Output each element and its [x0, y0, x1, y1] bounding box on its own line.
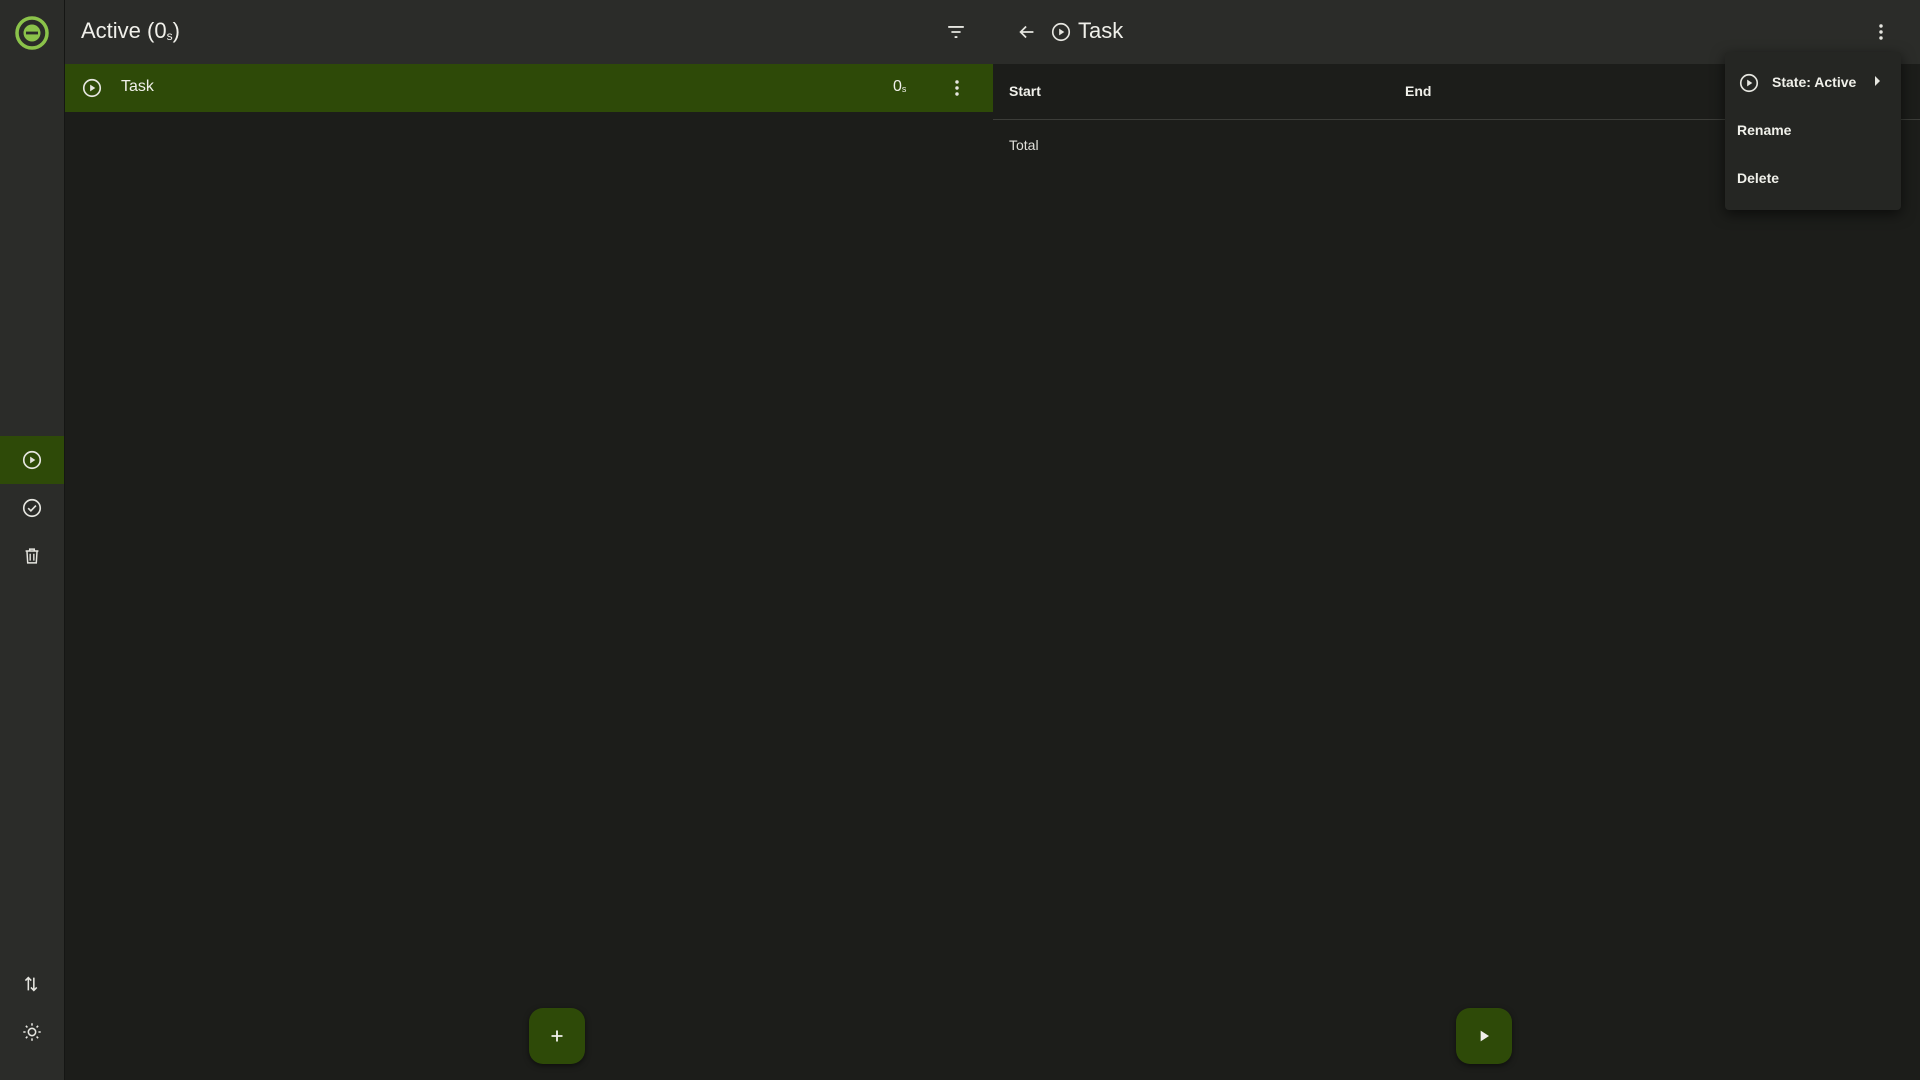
more-vertical-icon — [955, 80, 959, 96]
swap-vertical-icon — [24, 976, 38, 992]
menu-item-delete[interactable]: Delete — [1725, 155, 1901, 203]
column-end: End — [1405, 83, 1432, 99]
nav-completed-button[interactable] — [0, 484, 64, 532]
app-logo-icon[interactable] — [14, 15, 50, 51]
add-task-button[interactable] — [529, 1008, 585, 1064]
filter-icon — [948, 26, 964, 38]
nav-rail — [0, 0, 65, 1080]
filter-button[interactable] — [942, 18, 970, 46]
play-circle-icon — [22, 450, 42, 470]
list-title-close: ) — [172, 18, 180, 43]
nav-active-button[interactable] — [0, 436, 64, 484]
total-label: Total — [1009, 137, 1039, 153]
start-timer-button[interactable] — [1456, 1008, 1512, 1064]
import-export-button[interactable] — [0, 960, 64, 1008]
menu-item-state[interactable]: State: Active — [1725, 59, 1901, 107]
list-title-text: Active (0 — [81, 18, 167, 43]
arrow-left-icon — [1019, 25, 1034, 39]
list-title-unit: s — [166, 29, 173, 43]
more-vertical-icon — [1879, 24, 1883, 40]
play-circle-icon — [1050, 21, 1072, 43]
column-start: Start — [1009, 83, 1041, 99]
sun-icon — [23, 1023, 41, 1041]
task-duration: 0s — [893, 78, 906, 96]
play-circle-icon — [81, 77, 103, 99]
task-duration-value: 0 — [893, 78, 902, 95]
list-header: Active (0s) — [65, 0, 993, 64]
detail-title: Task — [1078, 18, 1124, 43]
task-duration-unit: s — [901, 84, 907, 94]
theme-toggle-button[interactable] — [0, 1008, 64, 1056]
trash-icon — [25, 548, 39, 564]
nav-deleted-button[interactable] — [0, 532, 64, 580]
play-icon — [1480, 1030, 1489, 1042]
plus-icon — [551, 1030, 563, 1042]
check-circle-icon — [22, 498, 42, 518]
list-item[interactable]: Task 0s — [65, 64, 993, 112]
menu-item-rename[interactable]: Rename — [1725, 107, 1901, 155]
menu-rename-label: Rename — [1737, 122, 1792, 138]
play-circle-icon — [1738, 72, 1760, 94]
task-list-pane: Active (0s) Task 0s — [65, 0, 993, 1080]
menu-delete-label: Delete — [1737, 170, 1780, 186]
task-context-menu: State: Active Rename Delete — [1725, 52, 1901, 210]
task-name: Task — [121, 78, 154, 95]
task-more-button[interactable] — [945, 76, 969, 100]
back-button[interactable] — [1015, 20, 1039, 44]
chevron-right-icon — [1875, 76, 1880, 86]
page-title: Active (0s) — [81, 18, 180, 44]
menu-state-label: State: Active — [1772, 74, 1857, 90]
detail-more-button[interactable] — [1869, 20, 1893, 44]
